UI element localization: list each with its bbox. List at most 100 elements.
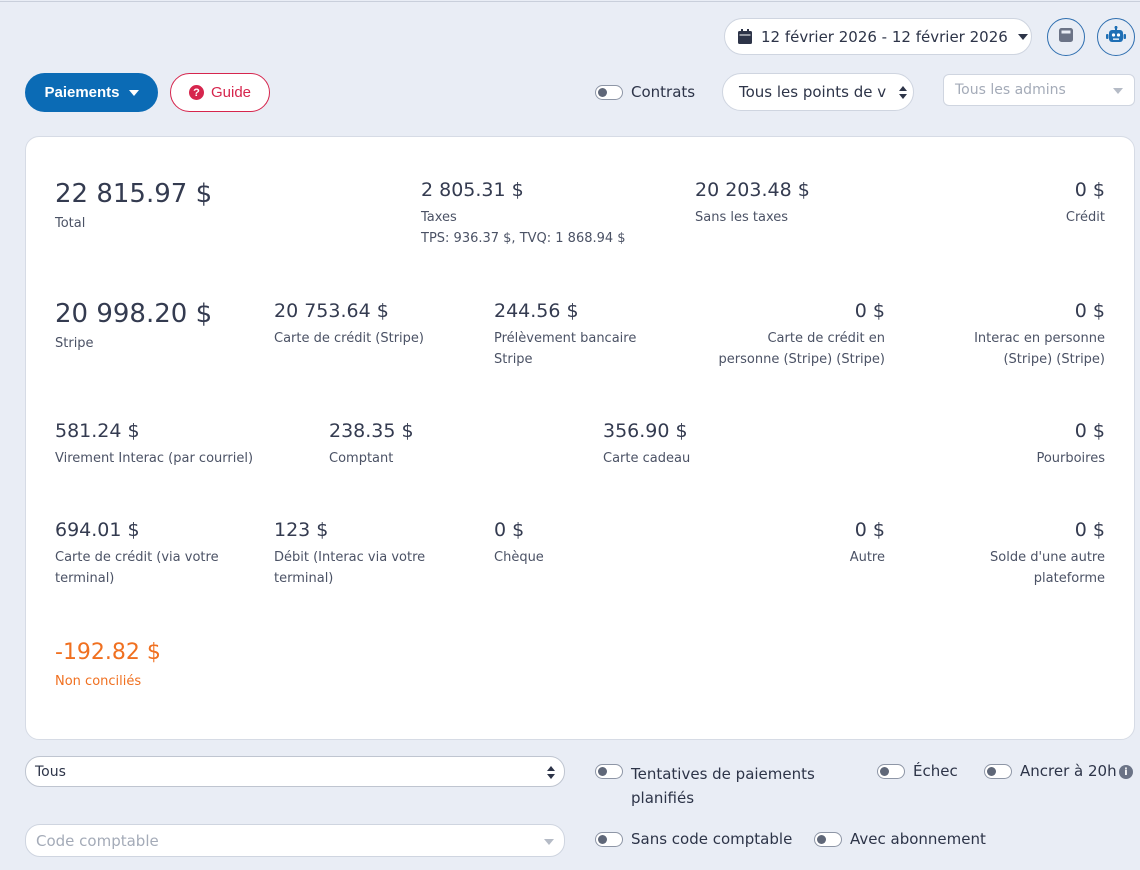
stat-value: 22 815.97 $ — [55, 179, 213, 209]
top-divider — [0, 1, 1140, 2]
stat-value: 694.01 $ — [55, 519, 140, 541]
stat-label-line: Interac en personne — [974, 331, 1105, 346]
echec-label: Échec — [913, 762, 958, 780]
payment-type-value: Tous — [35, 763, 66, 780]
calculator-button[interactable] — [1047, 18, 1085, 56]
stat-value: 0 $ — [1074, 519, 1105, 541]
stat-value: 20 998.20 $ — [55, 299, 213, 329]
stat-total: 22 815.97 $ Total — [55, 179, 212, 234]
guide-button[interactable]: ? Guide — [170, 73, 270, 112]
stat-label-line: Stripe — [494, 352, 533, 367]
stat-label: Chèque — [494, 550, 544, 565]
tentatives-label-line: planifiés — [631, 789, 695, 807]
info-icon[interactable]: i — [1119, 765, 1133, 779]
stat-interac-personne: 0 $ Interac en personne (Stripe) (Stripe… — [974, 300, 1105, 370]
ancrer-toggle[interactable] — [984, 764, 1012, 779]
chevron-down-icon — [1017, 33, 1028, 40]
stat-solde-autre-plateforme: 0 $ Solde d'une autre plateforme — [990, 519, 1105, 589]
date-range-text: 12 février 2026 - 12 février 2026 — [761, 27, 1008, 46]
stat-label: Interac en personne (Stripe) (Stripe) — [974, 328, 1105, 370]
stat-label: Sans les taxes — [695, 210, 789, 225]
stat-debit: 123 $ Débit (Interac via votre terminal) — [274, 519, 425, 589]
stat-label: Autre — [849, 550, 885, 565]
stat-label: Comptant — [329, 451, 394, 466]
avec-abonnement-label: Avec abonnement — [850, 830, 986, 848]
stat-value: 238.35 $ — [329, 420, 414, 442]
payment-type-select[interactable]: Tous — [25, 756, 565, 787]
stat-label: Crédit — [1065, 210, 1105, 225]
stat-label-line: Prélèvement bancaire — [494, 331, 637, 346]
guide-label: Guide — [210, 84, 252, 101]
stat-value: 244.56 $ — [494, 300, 579, 322]
paiements-label: Paiements — [44, 84, 120, 101]
stat-non-concilies: -192.82 $ Non conciliés — [55, 640, 161, 692]
sans-code-toggle[interactable] — [595, 832, 623, 847]
admins-placeholder: Tous les admins — [955, 82, 1066, 98]
stat-label-line: Carte de crédit en — [767, 331, 885, 346]
caret-down-icon — [544, 839, 554, 845]
stat-carte-credit-stripe: 20 753.64 $ Carte de crédit (Stripe) — [274, 300, 424, 349]
stat-carte-personne: 0 $ Carte de crédit en personne (Stripe)… — [719, 300, 885, 370]
stat-carte-terminal: 694.01 $ Carte de crédit (via votre term… — [55, 519, 219, 589]
stat-label: Carte de crédit en personne (Stripe) (St… — [719, 328, 885, 370]
ancrer-label: Ancrer à 20h — [1020, 762, 1117, 780]
tentatives-toggle[interactable] — [595, 764, 623, 779]
stat-value: 0 $ — [1074, 420, 1105, 442]
contrats-label: Contrats — [631, 83, 696, 101]
code-comptable-placeholder: Code comptable — [36, 831, 159, 850]
date-range-picker[interactable]: 12 février 2026 - 12 février 2026 — [724, 18, 1032, 55]
stat-label: Carte de crédit (Stripe) — [274, 331, 424, 346]
stat-label: Prélèvement bancaire Stripe — [494, 328, 636, 370]
stat-virement: 581.24 $ Virement Interac (par courriel) — [55, 420, 253, 469]
stat-value: 581.24 $ — [55, 420, 140, 442]
question-icon: ? — [188, 85, 204, 100]
points-de-vente-select[interactable]: Tous les points de v — [722, 73, 914, 111]
caret-down-icon — [128, 89, 139, 96]
stat-value: 123 $ — [274, 519, 329, 541]
stat-carte-cadeau: 356.90 $ Carte cadeau — [603, 420, 690, 469]
code-comptable-select[interactable]: Code comptable — [25, 824, 565, 857]
stat-value: 0 $ — [1074, 179, 1105, 201]
calculator-icon — [1058, 27, 1074, 47]
stat-label: Virement Interac (par courriel) — [55, 451, 254, 466]
stat-label: Stripe — [55, 336, 94, 351]
stat-label: Carte cadeau — [603, 451, 691, 466]
stat-label: Taxes — [421, 210, 457, 225]
echec-toggle[interactable] — [877, 764, 905, 779]
stat-cheque: 0 $ Chèque — [494, 519, 544, 568]
stat-label-line: Solde d'une autre — [990, 550, 1105, 565]
stat-value: 0 $ — [854, 519, 885, 541]
contrats-toggle[interactable] — [595, 85, 623, 100]
assistant-bot-button[interactable] — [1097, 18, 1135, 56]
stat-taxes: 2 805.31 $ Taxes TPS: 936.37 $, TVQ: 1 8… — [421, 179, 626, 249]
tentatives-label: Tentatives de paiements planifiés — [631, 762, 815, 810]
stat-comptant: 238.35 $ Comptant — [329, 420, 414, 469]
stat-label: Pourboires — [1036, 451, 1105, 466]
calendar-icon — [738, 29, 752, 44]
stat-stripe: 20 998.20 $ Stripe — [55, 299, 212, 354]
stat-value: 356.90 $ — [603, 420, 688, 442]
stat-label: Total — [55, 216, 86, 231]
stat-label-line: plateforme — [1033, 571, 1105, 586]
stat-value: 0 $ — [494, 519, 525, 541]
avec-abonnement-toggle[interactable] — [814, 832, 842, 847]
stat-label-line: Débit (Interac via votre — [274, 550, 426, 565]
stat-label: Solde d'une autre plateforme — [990, 547, 1105, 589]
stat-autre: 0 $ Autre — [850, 519, 885, 568]
sans-code-label: Sans code comptable — [631, 830, 793, 848]
stat-pourboires: 0 $ Pourboires — [1036, 420, 1105, 469]
stat-label-line: Carte de crédit (via votre — [55, 550, 219, 565]
stat-value: 0 $ — [854, 300, 885, 322]
paiements-dropdown-button[interactable]: Paiements — [25, 73, 158, 112]
stat-label: Non conciliés — [55, 674, 142, 689]
stat-sans-taxes: 20 203.48 $ Sans les taxes — [695, 179, 810, 228]
admins-select[interactable]: Tous les admins — [943, 74, 1135, 106]
stat-value: 0 $ — [1074, 300, 1105, 322]
payments-summary-card: 22 815.97 $ Total 2 805.31 $ Taxes TPS: … — [25, 136, 1135, 740]
stat-label: Débit (Interac via votre terminal) — [274, 547, 425, 589]
stat-label-line: terminal) — [274, 571, 334, 586]
robot-icon — [1106, 26, 1126, 48]
stat-label-line: (Stripe) (Stripe) — [1003, 352, 1105, 367]
points-de-vente-value: Tous les points de v — [739, 83, 887, 101]
stat-value: 2 805.31 $ — [421, 179, 524, 201]
